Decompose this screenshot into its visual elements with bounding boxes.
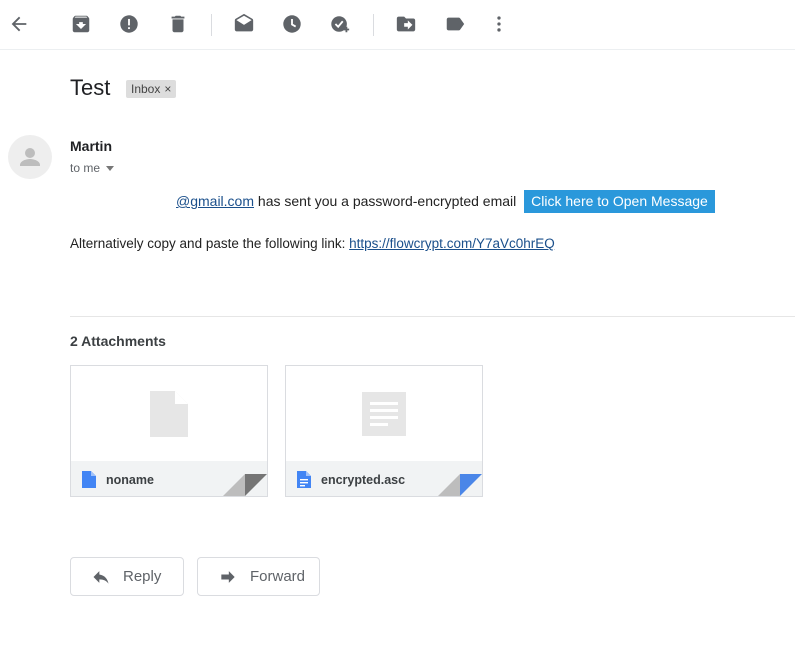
attachment-preview — [71, 366, 267, 461]
notice-text: has sent you a password-encrypted email — [254, 193, 521, 209]
back-arrow-icon[interactable] — [5, 10, 33, 38]
delete-icon[interactable] — [164, 10, 192, 38]
attachment-name: noname — [106, 472, 154, 487]
mark-unread-icon[interactable] — [230, 10, 258, 38]
file-type-icon — [82, 471, 96, 488]
email-subject: Test — [70, 75, 111, 100]
sender-avatar[interactable] — [8, 135, 52, 179]
recipient-details-toggle[interactable]: to me — [70, 161, 115, 175]
report-spam-icon[interactable] — [115, 10, 143, 38]
attachment-preview — [286, 366, 482, 461]
file-type-icon — [297, 471, 311, 488]
attachments-header: 2 Attachments — [70, 333, 166, 349]
forward-button[interactable]: Forward — [197, 557, 320, 596]
open-message-button[interactable]: Click here to Open Message — [524, 189, 715, 213]
sender-email-link[interactable]: @gmail.com — [176, 193, 254, 209]
remove-label-icon[interactable]: × — [164, 82, 171, 96]
reply-label: Reply — [123, 568, 162, 585]
alternative-link-line: Alternatively copy and paste the followi… — [70, 236, 555, 251]
reply-button[interactable]: Reply — [70, 557, 184, 596]
add-task-icon[interactable] — [326, 10, 354, 38]
archive-icon[interactable] — [67, 10, 95, 38]
reply-icon — [93, 570, 109, 584]
flowcrypt-link[interactable]: https://flowcrypt.com/Y7aVc0hrEQ — [349, 236, 555, 251]
attachment-card-noname[interactable]: noname — [70, 365, 268, 497]
attachment-card-encrypted[interactable]: encrypted.asc — [285, 365, 483, 497]
toolbar-divider — [373, 14, 374, 36]
label-chip-text: Inbox — [131, 82, 161, 96]
attachment-name: encrypted.asc — [321, 472, 406, 487]
forward-label: Forward — [250, 568, 306, 585]
move-to-icon[interactable] — [392, 10, 420, 38]
message-toolbar — [0, 0, 795, 50]
person-icon — [20, 148, 40, 166]
attachments-divider — [70, 316, 795, 317]
inbox-label-chip[interactable]: Inbox × — [126, 80, 177, 98]
snooze-icon[interactable] — [278, 10, 306, 38]
more-vert-icon[interactable] — [485, 10, 513, 38]
generic-file-icon — [150, 390, 188, 437]
label-icon[interactable] — [441, 10, 469, 38]
download-corner-icon — [223, 474, 267, 496]
toolbar-divider — [211, 14, 212, 36]
sender-name: Martin — [70, 138, 112, 154]
alternative-text: Alternatively copy and paste the followi… — [70, 236, 350, 251]
recipient-text: to me — [70, 161, 101, 175]
caret-down-icon — [106, 165, 115, 171]
download-corner-icon — [438, 474, 482, 496]
encrypted-notice: @gmail.com has sent you a password-encry… — [176, 189, 715, 213]
forward-icon — [221, 570, 235, 583]
text-document-icon — [362, 391, 406, 436]
